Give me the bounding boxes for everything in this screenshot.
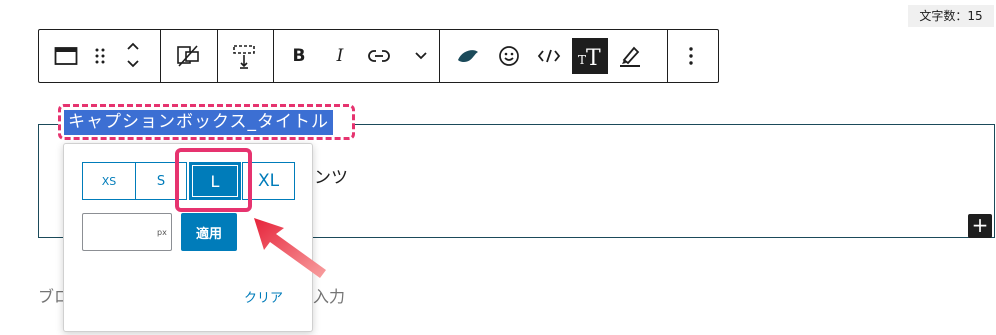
device-hide-icon — [177, 45, 199, 67]
char-count-badge: 文字数：15 — [908, 5, 994, 27]
block-icon — [54, 47, 78, 65]
font-size-button[interactable]: T T — [572, 38, 608, 74]
device-visibility-button[interactable] — [170, 38, 206, 74]
add-block-button[interactable]: + — [968, 214, 992, 238]
vertical-ellipsis-icon — [689, 47, 693, 65]
block-toolbar: B I T T — [38, 29, 719, 83]
pointer-arrow-icon — [254, 218, 326, 278]
options-button[interactable] — [673, 38, 709, 74]
code-icon — [537, 49, 561, 63]
chevron-down-icon — [415, 52, 427, 60]
drag-icon — [95, 48, 105, 64]
clear-link[interactable]: クリア — [244, 287, 283, 306]
font-size-icon: T T — [578, 46, 601, 68]
bold-button[interactable]: B — [281, 38, 317, 74]
px-unit-label: px — [157, 228, 167, 237]
size-l-highlight-frame — [175, 148, 252, 212]
move-up-down-buttons[interactable] — [115, 38, 151, 74]
paragraph-placeholder-end[interactable]: 入力 — [313, 283, 345, 307]
svg-text:T: T — [578, 53, 586, 67]
emoji-button[interactable] — [491, 38, 527, 74]
inline-code-button[interactable] — [531, 38, 567, 74]
marker-icon — [620, 46, 640, 67]
link-button[interactable] — [361, 38, 397, 74]
italic-button[interactable]: I — [322, 38, 358, 74]
link-icon — [368, 50, 390, 62]
block-type-button[interactable] — [48, 38, 84, 74]
spacing-button[interactable] — [226, 38, 262, 74]
marker-button[interactable] — [612, 38, 648, 74]
swell-leaf-icon — [458, 50, 478, 62]
caption-box-content[interactable]: ンツ — [314, 163, 348, 188]
swell-button[interactable] — [450, 38, 486, 74]
svg-text:T: T — [586, 46, 601, 68]
more-formats-button[interactable] — [403, 38, 439, 74]
size-option-xs[interactable]: XS — [82, 162, 136, 200]
drag-handle[interactable] — [82, 38, 118, 74]
apply-button[interactable]: 適用 — [181, 213, 237, 251]
smiley-icon — [499, 46, 519, 66]
chevron-updown-icon — [127, 42, 139, 68]
caption-box-title[interactable]: キャプションボックス_タイトル — [64, 110, 333, 135]
spacing-icon — [233, 45, 255, 69]
